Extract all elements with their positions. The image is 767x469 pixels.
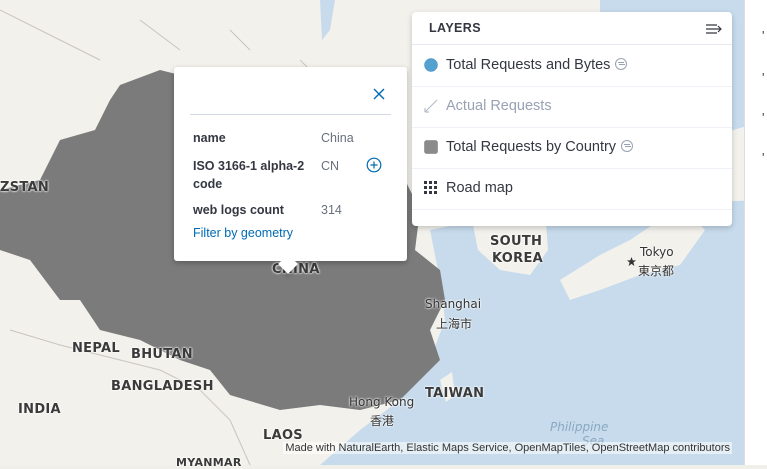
filter-icon [621, 140, 634, 152]
label-hong-kong-cjk: 香港 [370, 414, 395, 428]
label-hong-kong: Hong Kong [349, 395, 415, 409]
circle-swatch-icon [424, 58, 438, 72]
tooltip-key: web logs count [193, 203, 284, 217]
layers-title: LAYERS [429, 21, 481, 35]
layer-item-total-requests-bytes[interactable]: Total Requests and Bytes [412, 45, 732, 87]
tooltip-key: ISO 3166-1 alpha-2 code [193, 159, 305, 191]
layer-item-total-requests-country[interactable]: Total Requests by Country [412, 127, 732, 169]
layer-item-road-map[interactable]: Road map [412, 168, 732, 210]
tooltip-row-iso-code: ISO 3166-1 alpha-2 code CN [193, 157, 393, 193]
tooltip-value: CN [321, 159, 340, 173]
label-shanghai: Shanghai [425, 297, 482, 311]
tooltip-value: China [321, 131, 354, 145]
label-laos: LAOS [263, 428, 303, 443]
filter-by-geometry-link[interactable]: Filter by geometry [193, 226, 293, 240]
layer-name: Total Requests by Country [446, 139, 634, 155]
square-swatch-icon [424, 140, 438, 154]
label-bhutan: BHUTAN [131, 347, 193, 362]
tooltip-key: name [193, 131, 226, 145]
tooltip-value: 314 [321, 203, 342, 217]
label-tokyo: Tokyo [640, 245, 674, 259]
label-philippine-sea-line1: Philippine [550, 420, 609, 434]
label-bangladesh: BANGLADESH [111, 379, 214, 394]
filter-icon [615, 58, 628, 70]
label-myanmar: MYANMAR [176, 456, 242, 469]
label-nepal: NEPAL [72, 341, 120, 356]
line-swatch-icon [424, 99, 438, 113]
close-icon[interactable] [371, 86, 387, 102]
label-tokyo-cjk: 東京都 [638, 264, 675, 278]
label-south-korea-line2: KOREA [492, 251, 543, 266]
label-shanghai-cjk: 上海市 [436, 317, 473, 331]
layer-item-actual-requests[interactable]: Actual Requests [412, 86, 732, 128]
layer-name: Road map [446, 180, 513, 196]
right-panel-edge: ' ' ' ' [744, 0, 767, 465]
layer-name: Actual Requests [446, 98, 552, 114]
capital-star-icon [627, 257, 636, 266]
grid-icon [424, 181, 437, 194]
label-kazakhstan: ZSTAN [0, 180, 50, 195]
label-india: INDIA [18, 402, 61, 417]
map-attribution: Made with NaturalEarth, Elastic Maps Ser… [283, 442, 732, 454]
layer-name: Total Requests and Bytes [446, 57, 628, 73]
layers-panel: LAYERS Total Requests and Bytes Actual R… [412, 12, 732, 226]
feature-tooltip: name China ISO 3166-1 alpha-2 code CN we… [174, 67, 407, 274]
plus-in-circle-icon[interactable] [366, 157, 382, 173]
collapse-panel-icon[interactable] [705, 21, 723, 37]
tooltip-divider [190, 114, 391, 115]
label-south-korea-line1: SOUTH [490, 234, 543, 249]
label-taiwan: TAIWAN [425, 386, 485, 401]
